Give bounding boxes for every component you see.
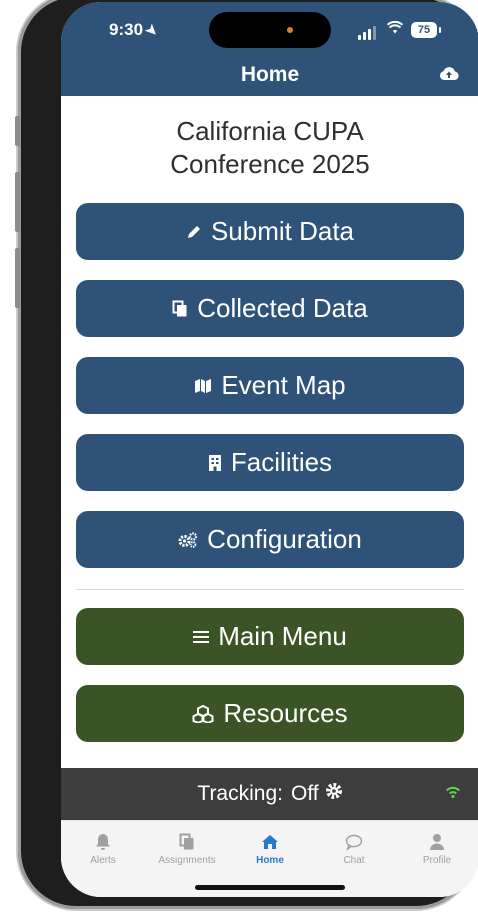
app-header: 9:30➤ 75 Home [61,2,478,96]
documents-icon [145,831,229,853]
location-arrow-icon: ➤ [142,20,163,40]
chat-icon [312,831,396,853]
person-icon [395,831,478,853]
main-menu-label: Main Menu [218,621,347,651]
dynamic-island [209,12,331,48]
configuration-label: Configuration [207,524,362,554]
submit-data-button[interactable]: Submit Data [76,203,464,260]
main-menu-button[interactable]: Main Menu [76,608,464,665]
hamburger-menu-icon [193,630,210,644]
facilities-button[interactable]: Facilities [76,434,464,491]
tab-label: Assignments [158,855,216,866]
tab-profile[interactable]: Profile [395,831,478,866]
collected-data-button[interactable]: Collected Data [76,280,464,337]
phone-frame: 9:30➤ 75 Home California CUPA Conference… [15,0,478,909]
screen: 9:30➤ 75 Home California CUPA Conference… [61,2,478,897]
building-icon [208,454,222,472]
section-divider [76,589,464,590]
conference-title-line1: California CUPA [176,116,364,146]
map-icon [194,378,212,394]
conference-title: California CUPA Conference 2025 [61,115,478,181]
privacy-indicator [287,27,293,33]
tab-alerts[interactable]: Alerts [61,831,145,866]
bell-icon [61,831,145,853]
submit-data-label: Submit Data [210,216,355,246]
volume-down-button [15,248,20,308]
page-title: Home [240,63,300,86]
tab-label: Home [256,855,284,866]
tracking-status: Off [290,782,319,805]
cloud-upload-icon[interactable] [439,65,459,81]
wifi-signal-icon [445,780,461,804]
tab-chat[interactable]: Chat [312,831,396,866]
tab-label: Chat [343,855,365,866]
pencil-icon [186,224,202,240]
gears-icon [178,531,198,548]
conference-title-line2: Conference 2025 [170,149,370,179]
home-indicator[interactable] [195,885,345,890]
tab-assignments[interactable]: Assignments [145,831,229,866]
volume-up-button [15,172,20,232]
cellular-signal-icon [358,26,378,40]
status-time: 9:30➤ [109,20,162,40]
facilities-label: Facilities [230,447,333,477]
gear-icon[interactable] [325,782,343,806]
event-map-button[interactable]: Event Map [76,357,464,414]
tab-label: Profile [422,855,452,866]
resources-label: Resources [223,698,348,728]
cubes-icon [192,704,214,723]
configuration-button[interactable]: Configuration [76,511,464,568]
action-button [15,116,20,146]
event-map-label: Event Map [221,370,346,400]
home-icon [228,831,312,853]
resources-button[interactable]: Resources [76,685,464,742]
tab-label: Alerts [90,855,116,866]
wifi-icon [386,20,404,38]
collected-data-label: Collected Data [197,293,368,323]
clock: 9:30 [109,20,144,39]
tracking-label: Tracking: [197,782,283,805]
tab-home[interactable]: Home [228,831,312,866]
battery-indicator: 75 [411,22,441,38]
tracking-bar[interactable]: Tracking: Off [61,768,478,820]
tab-bar: Alerts Assignments Home Chat Profile [61,820,478,897]
copy-documents-icon [172,300,188,318]
